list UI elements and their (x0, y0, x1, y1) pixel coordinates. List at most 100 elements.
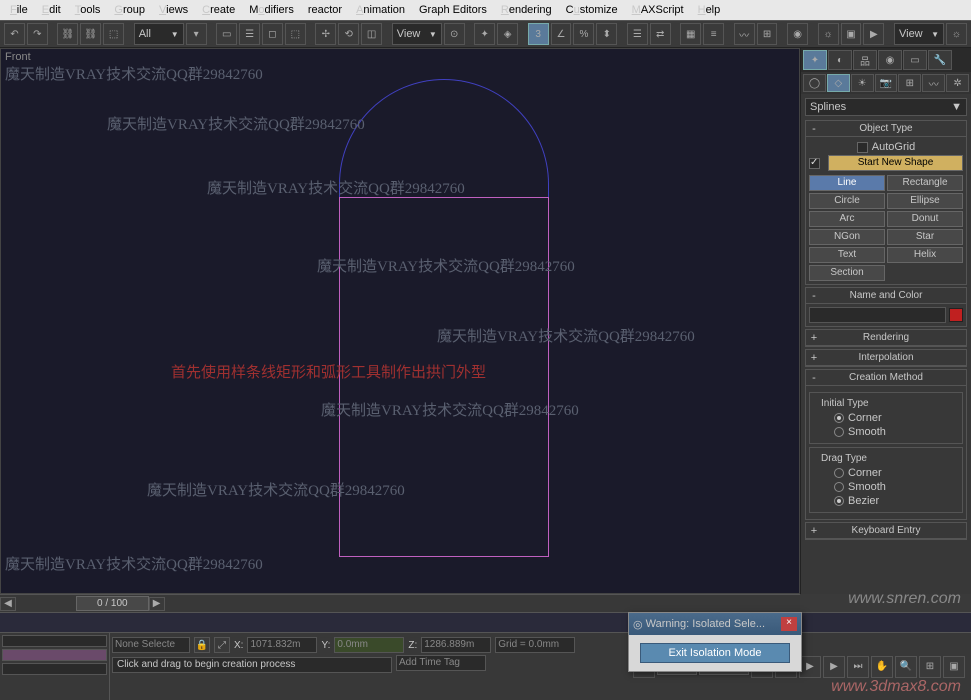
viewport-front[interactable]: Front 魔天制造VRAY技术交流QQ群29842760 魔天制造VRAY技术… (0, 48, 800, 594)
geometry-icon[interactable]: ◯ (803, 74, 826, 92)
menu-tools[interactable]: Tools (69, 2, 107, 18)
exit-isolation-button[interactable]: Exit Isolation Mode (640, 643, 790, 663)
prev-frame-icon[interactable]: ◀ (0, 597, 16, 611)
redo-icon[interactable]: ↷ (27, 23, 48, 45)
menu-maxscript[interactable]: MAXScript (626, 2, 690, 18)
lock-icon[interactable]: 🔒 (194, 637, 210, 653)
named-sel-icon[interactable]: ☰ (627, 23, 648, 45)
menu-modifiers[interactable]: Modifiers (243, 2, 300, 18)
mini-listener[interactable] (2, 635, 107, 647)
x-coord-field[interactable]: 1071.832m (247, 637, 317, 653)
percent-snap-icon[interactable]: % (573, 23, 594, 45)
line-button[interactable]: Line (809, 175, 885, 191)
rotate-icon[interactable]: ⟲ (338, 23, 359, 45)
display-tab-icon[interactable]: ▭ (903, 50, 927, 70)
menu-file[interactable]: File (4, 2, 34, 18)
play-icon[interactable]: ▶ (799, 656, 821, 678)
text-button[interactable]: Text (809, 247, 885, 263)
zoom-extents-icon[interactable]: ⊞ (919, 656, 941, 678)
menu-grapheditors[interactable]: Graph Editors (413, 2, 493, 18)
color-swatch[interactable] (949, 308, 963, 322)
next-frame-icon[interactable]: ▶ (149, 597, 165, 611)
filter-toggle-icon[interactable]: ▾ (186, 23, 207, 45)
shapes-icon[interactable]: ◇ (827, 74, 850, 92)
next-icon[interactable]: ▶ (823, 656, 845, 678)
z-coord-field[interactable]: 1286.889m (421, 637, 491, 653)
scale-icon[interactable]: ◫ (361, 23, 382, 45)
layers-icon[interactable]: ≡ (703, 23, 724, 45)
schematic-icon[interactable]: ⊞ (757, 23, 778, 45)
dialog-titlebar[interactable]: ◎Warning: Isolated Sele... × (629, 613, 801, 635)
section-button[interactable]: Section (809, 265, 885, 281)
motion-tab-icon[interactable]: ◉ (878, 50, 902, 70)
time-tag[interactable]: Add Time Tag (396, 655, 486, 671)
keymode-icon[interactable]: ◈ (497, 23, 518, 45)
track-bar[interactable] (0, 612, 971, 632)
rollout-header[interactable]: +Keyboard Entry (806, 523, 966, 539)
time-slider[interactable]: ◀ 0 / 100 ▶ (0, 594, 800, 612)
rollout-header[interactable]: -Name and Color (806, 288, 966, 304)
menu-create[interactable]: Create (196, 2, 241, 18)
spacewarps-icon[interactable]: 〰 (922, 74, 945, 92)
drag-smooth-radio[interactable] (834, 482, 844, 492)
modify-tab-icon[interactable]: ◐ (828, 50, 852, 70)
helix-button[interactable]: Helix (887, 247, 963, 263)
menu-rendering[interactable]: Rendering (495, 2, 558, 18)
pan-icon[interactable]: ✋ (871, 656, 893, 678)
align-icon[interactable]: ▦ (680, 23, 701, 45)
circle-button[interactable]: Circle (809, 193, 885, 209)
menu-customize[interactable]: Customize (560, 2, 624, 18)
goto-end-icon[interactable]: ⏭ (847, 656, 869, 678)
object-name-field[interactable] (809, 307, 946, 323)
curve-editor-icon[interactable]: 〰 (734, 23, 755, 45)
y-coord-field[interactable]: 0.0mm (334, 637, 404, 653)
quick-render-icon[interactable]: ▶ (863, 23, 884, 45)
drag-bezier-radio[interactable] (834, 496, 844, 506)
close-icon[interactable]: × (781, 617, 797, 631)
maximize-icon[interactable]: ▣ (943, 656, 965, 678)
cameras-icon[interactable]: 📷 (875, 74, 898, 92)
initial-smooth-radio[interactable] (834, 427, 844, 437)
rollout-header[interactable]: -Creation Method (806, 370, 966, 386)
hierarchy-tab-icon[interactable]: 品 (853, 50, 877, 70)
menu-edit[interactable]: Edit (36, 2, 67, 18)
select-icon[interactable]: ▭ (216, 23, 237, 45)
link-icon[interactable]: ⛓ (57, 23, 78, 45)
select-region-icon[interactable]: ◻ (262, 23, 283, 45)
menu-animation[interactable]: Animation (350, 2, 411, 18)
pivot-icon[interactable]: ⊙ (444, 23, 465, 45)
rectangle-button[interactable]: Rectangle (887, 175, 963, 191)
rollout-header[interactable]: +Rendering (806, 330, 966, 346)
snap-icon[interactable]: 3 (528, 23, 549, 45)
ref-coord-system[interactable]: View▼ (392, 23, 442, 45)
render-frame-icon[interactable]: ▣ (841, 23, 862, 45)
spinner-snap-icon[interactable]: ⬍ (596, 23, 617, 45)
material-icon[interactable]: ◉ (787, 23, 808, 45)
rollout-header[interactable]: +Interpolation (806, 350, 966, 366)
arc-button[interactable]: Arc (809, 211, 885, 227)
menu-views[interactable]: Views (153, 2, 194, 18)
startnewshape-button[interactable]: Start New Shape (828, 155, 963, 171)
category-dropdown[interactable]: Splines▼ (805, 98, 967, 116)
macro-recorder[interactable] (2, 649, 107, 661)
helpers-icon[interactable]: ⊞ (898, 74, 921, 92)
mini-listener2[interactable] (2, 663, 107, 675)
angle-snap-icon[interactable]: ∠ (551, 23, 572, 45)
render-setup-icon[interactable]: ☼ (818, 23, 839, 45)
ngon-button[interactable]: NGon (809, 229, 885, 245)
selection-filter[interactable]: All▼ (134, 23, 184, 45)
zoom-icon[interactable]: 🔍 (895, 656, 917, 678)
undo-icon[interactable]: ↶ (4, 23, 25, 45)
star-button[interactable]: Star (887, 229, 963, 245)
ellipse-button[interactable]: Ellipse (887, 193, 963, 209)
create-tab-icon[interactable]: ✦ (803, 50, 827, 70)
drag-corner-radio[interactable] (834, 468, 844, 478)
bind-icon[interactable]: ⬚ (103, 23, 124, 45)
unlink-icon[interactable]: ⛓ (80, 23, 101, 45)
mirror-icon[interactable]: ⇄ (650, 23, 671, 45)
move-icon[interactable]: ✢ (315, 23, 336, 45)
lights-icon[interactable]: ☀ (851, 74, 874, 92)
donut-button[interactable]: Donut (887, 211, 963, 227)
window-crossing-icon[interactable]: ⬚ (285, 23, 306, 45)
render-view[interactable]: View▼ (894, 23, 944, 45)
